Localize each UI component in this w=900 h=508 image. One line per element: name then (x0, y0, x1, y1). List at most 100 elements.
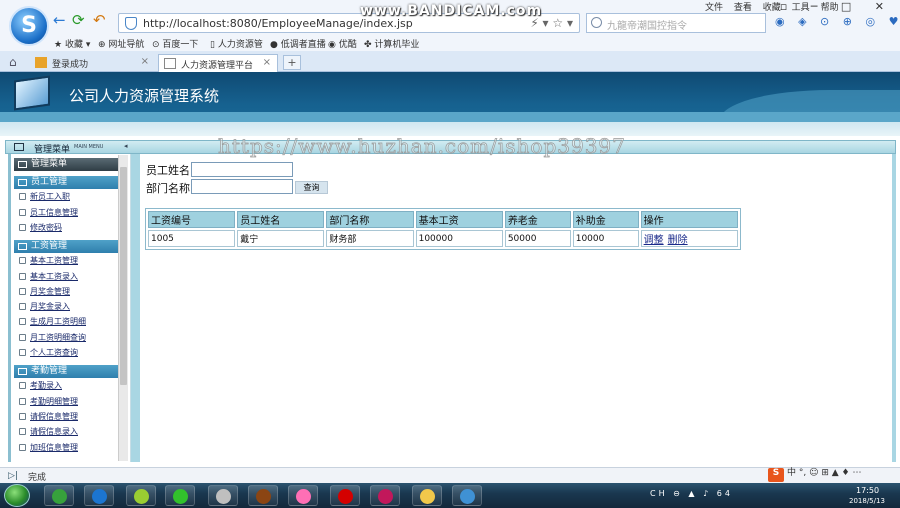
sidebar-item[interactable]: 修改密码 (19, 222, 62, 233)
menu-favorites[interactable]: 收藏 (763, 3, 781, 13)
back-icon[interactable]: ← (53, 12, 66, 28)
taskbar-iqiyi-icon[interactable] (165, 485, 195, 506)
department-name-input[interactable] (191, 179, 293, 194)
page-icon (19, 223, 26, 231)
taskbar: CH ⊖ ▲ ♪ 64 (0, 483, 900, 508)
menu-view[interactable]: 查看 (734, 3, 752, 13)
status-bar: ▷| 完成 (0, 467, 900, 483)
sidebar-item[interactable]: 月奖金管理 (19, 286, 70, 297)
cell-subsidy: 10000 (572, 230, 639, 247)
sidebar-section-2[interactable]: 工资管理 (14, 239, 120, 253)
sidebar-item[interactable]: 考勤明细管理 (19, 396, 78, 407)
query-button[interactable]: 查询 (295, 181, 328, 194)
browser-logo-icon[interactable]: S (9, 6, 49, 46)
employee-name-input[interactable] (191, 162, 293, 177)
sidebar-item[interactable]: 加班信息管理 (19, 442, 78, 453)
sidebar-item[interactable]: 员工信息管理 (19, 207, 78, 218)
fav-hr[interactable]: ▯ 人力资源管 (210, 37, 263, 50)
sidebar-item[interactable]: 月奖金录入 (19, 301, 70, 312)
sidebar: 管理菜单员工管理新员工入职员工信息管理 修改密码工资管理基本工资管理 基本工资录入月… (8, 154, 131, 462)
scrollbar-thumb[interactable] (120, 167, 127, 385)
undo-icon[interactable]: ↶ (93, 12, 106, 28)
fav-youku[interactable]: ◉ 优酷 (328, 37, 357, 50)
page-icon (19, 428, 26, 436)
system-tray[interactable]: CH ⊖ ▲ ♪ 64 (650, 489, 733, 498)
extension-icons[interactable]: ◉ ◈ ⊙ ⊕ ◎ ♥ (775, 15, 900, 28)
tab-login-success[interactable]: 登录成功 × (30, 54, 155, 72)
clock-date[interactable]: 2018/5/13 (849, 497, 885, 505)
menu-file[interactable]: 文件 (705, 3, 723, 13)
sidebar-scrollbar[interactable] (118, 155, 128, 461)
app-icon (92, 489, 107, 504)
sidebar-item[interactable]: 个人工资查询 (19, 347, 78, 358)
fav-favorites[interactable]: ★ 收藏 ▾ (54, 37, 90, 50)
start-button-icon[interactable] (4, 484, 30, 507)
close-icon[interactable]: × (263, 57, 271, 68)
sidebar-section-label: 员工管理 (31, 177, 68, 187)
table-header-row: 工资编号 员工姓名 部门名称 基本工资 养老金 补助金 操作 (148, 211, 738, 228)
taskbar-app-brown-icon[interactable] (248, 485, 278, 506)
page-icon (19, 443, 26, 451)
search-input[interactable]: 九龍帝潮国控指令 (586, 13, 766, 33)
taskbar-app-blue-icon[interactable] (452, 485, 482, 506)
taskbar-app-colorful-icon[interactable] (288, 485, 318, 506)
sidebar-item[interactable]: 新员工入职 (19, 191, 70, 202)
favorites-bar: ★ 收藏 ▾ ⊕ 网址导航 ⊙ 百度一下 ▯ 人力资源管 ● 低调者直播 ◉ 优… (0, 36, 900, 51)
sidebar-section-label: 考勤管理 (31, 366, 68, 376)
sidebar-item[interactable]: 请假信息管理 (19, 411, 78, 422)
fav-live[interactable]: ● 低调者直播 (270, 37, 326, 50)
sidebar-section-0[interactable]: 管理菜单 (14, 158, 120, 171)
fav-nav[interactable]: ⊕ 网址导航 (98, 37, 144, 50)
taskbar-app-pink-icon[interactable] (370, 485, 400, 506)
recording-watermark: www.BANDICAM.com (360, 3, 543, 19)
collapse-arrow-icon[interactable]: ◂ (124, 142, 128, 150)
sidebar-item[interactable]: 生成月工资明细 (19, 316, 86, 327)
main-content (140, 154, 892, 462)
tab-hr-platform[interactable]: 人力资源管理平台 × (158, 54, 278, 72)
page-icon (19, 397, 26, 405)
adjust-link[interactable]: 调整 (644, 235, 664, 246)
clock-time[interactable]: 17:50 (856, 486, 879, 495)
page-icon (19, 382, 26, 390)
close-icon[interactable]: × (141, 56, 149, 67)
taskbar-browser-360-icon[interactable] (44, 485, 74, 506)
app-icon (173, 489, 188, 504)
refresh-icon[interactable]: ⟳ (72, 12, 85, 28)
app-icon (420, 489, 435, 504)
new-tab-button[interactable]: + (283, 55, 301, 70)
taskbar-sogou-explorer-icon[interactable] (84, 485, 114, 506)
menu-icon (14, 143, 24, 151)
status-icon: ▷| (8, 471, 18, 481)
sidebar-item-label: 考勤录入 (30, 381, 62, 391)
sidebar-section-3[interactable]: 考勤管理 (14, 365, 120, 378)
ime-toolbar[interactable]: S中 °, ☺ ⊞ ▲ ♦ ⋯ (768, 465, 861, 482)
fav-graduation[interactable]: ✤ 计算机毕业 (364, 37, 419, 50)
page-icon (19, 193, 26, 201)
sidebar-item-label: 修改密码 (30, 222, 62, 232)
delete-link[interactable]: 删除 (668, 235, 688, 246)
fav-label: 收藏 (64, 40, 83, 50)
sidebar-item[interactable]: 基本工资管理 (19, 255, 78, 266)
search-icon (591, 17, 602, 28)
taskbar-record-icon[interactable] (330, 485, 360, 506)
sidebar-item[interactable]: 基本工资录入 (19, 271, 78, 282)
sidebar-item[interactable]: 考勤录入 (19, 380, 62, 391)
fav-baidu[interactable]: ⊙ 百度一下 (152, 37, 198, 50)
taskbar-ie-green-icon[interactable] (126, 485, 156, 506)
home-icon[interactable]: ⌂ (9, 55, 17, 69)
sidebar-item-label: 生成月工资明细 (30, 317, 86, 327)
search-placeholder: 九龍帝潮国控指令 (607, 21, 687, 32)
sidebar-item[interactable]: 月工资明细查询 (19, 332, 86, 343)
sidebar-section-1[interactable]: 员工管理 (14, 176, 120, 189)
fav-label: 计算机毕业 (374, 40, 420, 50)
taskbar-folder-icon[interactable] (412, 485, 442, 506)
table-row: 1005 戴宁 财务部 100000 50000 10000 调整 删除 (148, 230, 738, 247)
app-icon (338, 489, 353, 504)
window-controls[interactable]: ▫ ─ □ ✕ (780, 0, 894, 13)
department-name-label: 部门名称 (146, 182, 190, 195)
sogou-ime-icon[interactable]: S (768, 468, 784, 482)
menu-title-sub: MAIN MENU (74, 144, 104, 150)
salary-table: 工资编号 员工姓名 部门名称 基本工资 养老金 补助金 操作 1005 戴宁 财… (145, 208, 741, 250)
sidebar-item[interactable]: 请假信息录入 (19, 426, 78, 437)
taskbar-app-gray-icon[interactable] (208, 485, 238, 506)
